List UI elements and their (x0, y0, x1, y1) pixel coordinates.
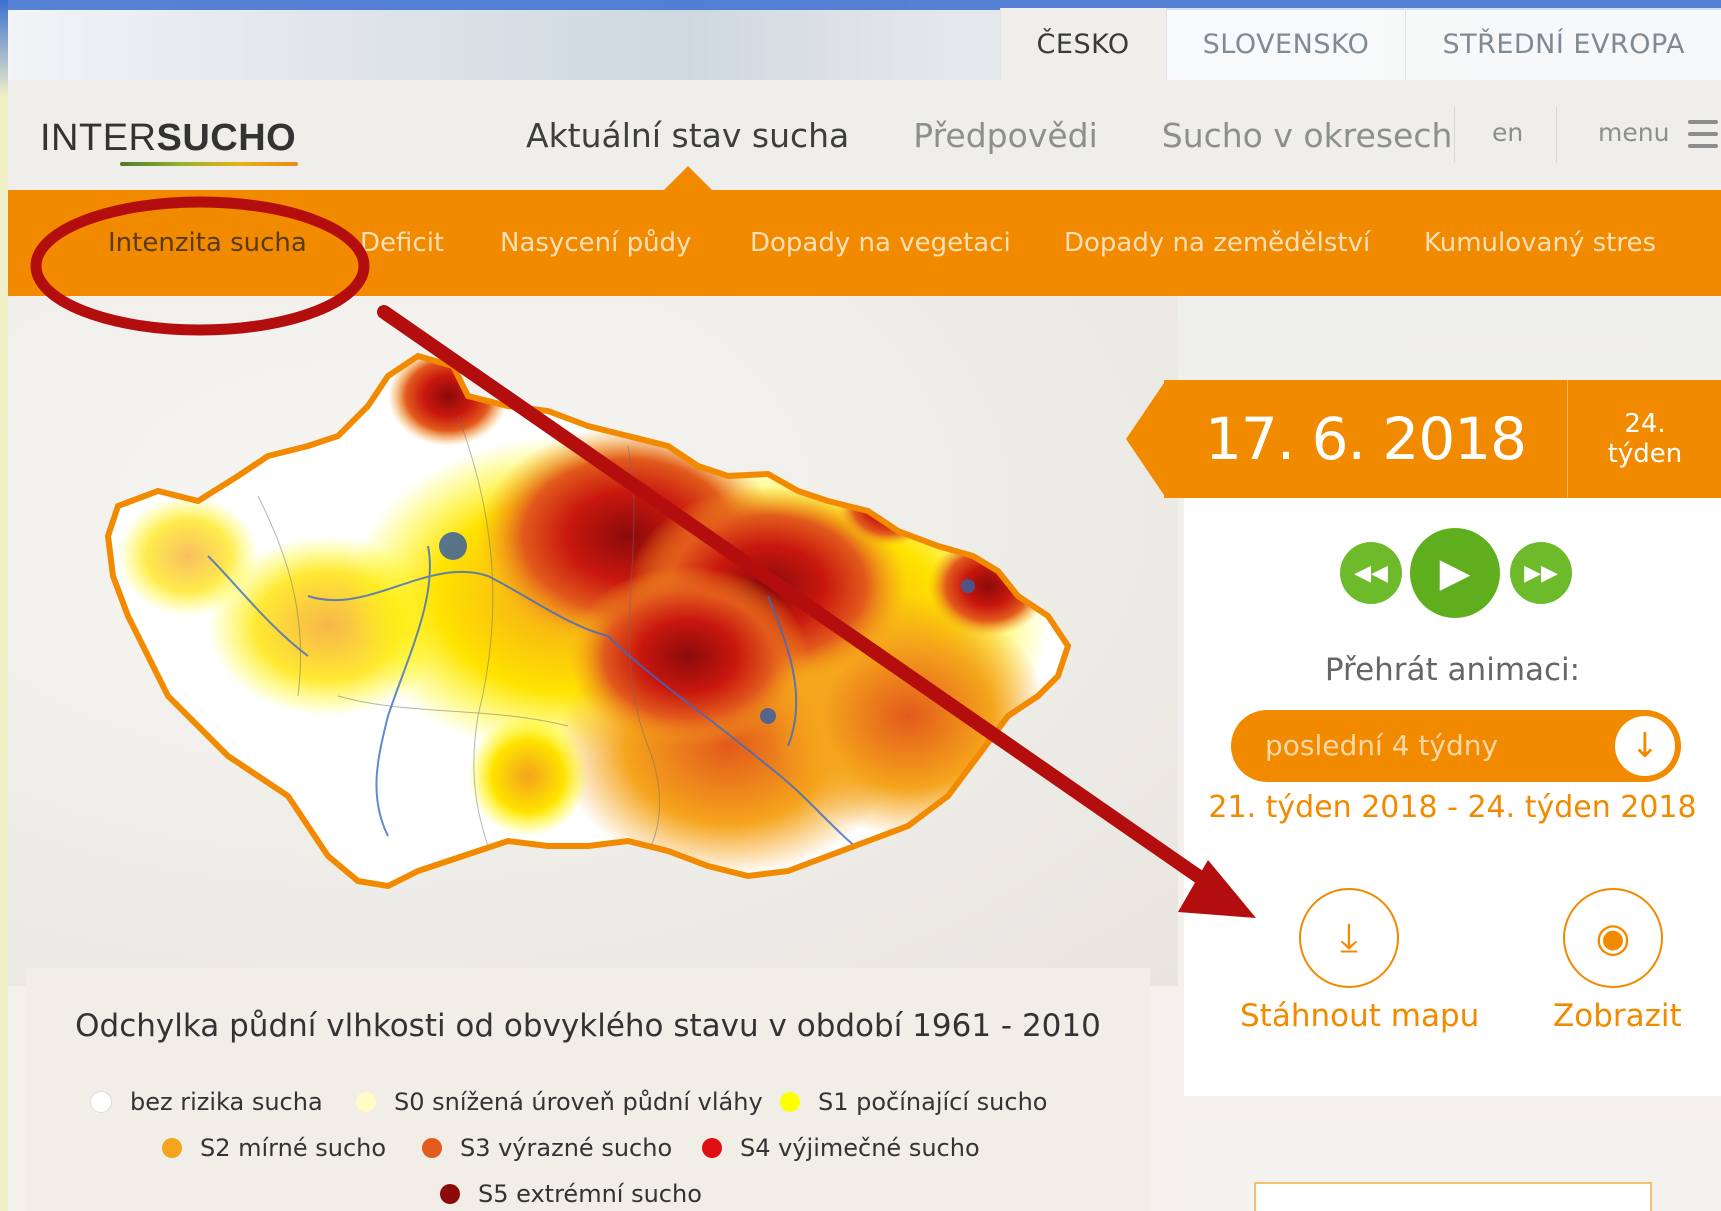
logo-part-1: INTER (40, 117, 157, 159)
region-tabs: ČESKO SLOVENSKO STŘEDNÍ EVROPA (999, 8, 1721, 80)
chevron-down-icon[interactable]: ↓ (1615, 716, 1675, 776)
nav-aktualni-stav-label: Aktuální stav sucha (526, 115, 850, 155)
subnav-kumulovany-stres[interactable]: Kumulovaný stres (1424, 228, 1656, 258)
animation-range: 21. týden 2018 - 24. týden 2018 (1208, 790, 1697, 825)
legend-swatch (356, 1092, 376, 1112)
window-left-edge (0, 0, 8, 1211)
week-display: 24. týden (1567, 380, 1721, 498)
rewind-icon[interactable]: ◀◀ (1340, 542, 1402, 604)
page: ČESKO SLOVENSKO STŘEDNÍ EVROPA INTERSUCH… (0, 0, 1721, 1211)
legend-label: S2 mírné sucho (200, 1134, 387, 1162)
week-word: týden (1607, 439, 1683, 469)
legend-label: S5 extrémní sucho (478, 1180, 702, 1208)
animation-period-select[interactable]: poslední 4 týdny ↓ (1231, 710, 1681, 782)
legend-item: bez rizika sucha (90, 1088, 323, 1116)
menu-label[interactable]: menu (1598, 118, 1669, 147)
legend-swatch (162, 1138, 182, 1158)
legend-item: S2 mírné sucho (162, 1134, 386, 1162)
logo-part-2: SUCHO (156, 117, 297, 159)
nav-aktualni-stav[interactable]: Aktuální stav sucha (526, 115, 850, 190)
legend: Odchylka půdní vlhkosti od obvyklého sta… (26, 968, 1150, 1211)
date-banner-arrow (1126, 380, 1166, 498)
date-display: 17. 6. 2018 (1164, 380, 1567, 498)
fast-forward-icon[interactable]: ▶▶ (1510, 542, 1572, 604)
subnav-dopady-na-vegetaci[interactable]: Dopady na vegetaci (750, 228, 1011, 258)
legend-title: Odchylka půdní vlhkosti od obvyklého sta… (75, 1008, 1101, 1044)
main-nav: Aktuální stav sucha Předpovědi Sucho v o… (526, 80, 1516, 190)
legend-swatch (422, 1138, 442, 1158)
nav-divider (1556, 107, 1557, 163)
eye-icon[interactable]: ◉ (1563, 888, 1663, 988)
drought-map[interactable] (8, 296, 1178, 986)
nav-predpovedi[interactable]: Předpovědi (913, 116, 1098, 155)
legend-label: bez rizika sucha (130, 1088, 323, 1116)
legend-item: S3 výrazné sucho (422, 1134, 672, 1162)
subnav-deficit[interactable]: Deficit (360, 228, 444, 258)
download-map-link[interactable]: Stáhnout mapu (1240, 998, 1479, 1034)
legend-label: S4 výjimečné sucho (740, 1134, 980, 1162)
week-number: 24. (1624, 409, 1666, 439)
play-icon[interactable]: ▶ (1410, 528, 1500, 618)
sub-nav: Intenzita sucha Deficit Nasycení půdy Do… (8, 190, 1721, 316)
secondary-panel-box (1254, 1182, 1652, 1211)
subnav-dopady-na-zemedelstvi[interactable]: Dopady na zemědělství (1064, 228, 1370, 258)
tab-stredni-evropa[interactable]: STŘEDNÍ EVROPA (1405, 8, 1721, 80)
legend-item: S4 výjimečné sucho (702, 1134, 980, 1162)
legend-swatch (780, 1092, 800, 1112)
map-area (8, 296, 1178, 986)
legend-swatch (440, 1184, 460, 1204)
language-switch[interactable]: en (1492, 118, 1523, 147)
legend-item: S5 extrémní sucho (440, 1180, 702, 1208)
show-link[interactable]: Zobrazit (1553, 998, 1682, 1034)
legend-item: S1 počínající sucho (780, 1088, 1047, 1116)
select-value: poslední 4 týdny (1265, 729, 1499, 762)
tab-cesko[interactable]: ČESKO (999, 8, 1166, 80)
main-header: INTERSUCHO Aktuální stav sucha Předpověd… (8, 80, 1721, 190)
logo-underline (120, 162, 298, 166)
legend-label: S1 počínající sucho (818, 1088, 1048, 1116)
legend-label: S0 snížená úroveň půdní vláhy (394, 1088, 763, 1116)
player-controls: ◀◀ ▶ ▶▶ (1340, 528, 1572, 618)
legend-label: S3 výrazné sucho (460, 1134, 673, 1162)
logo[interactable]: INTERSUCHO (40, 117, 296, 160)
nav-sucho-v-okresech[interactable]: Sucho v okresech (1162, 116, 1453, 155)
subnav-nasyceni-pudy[interactable]: Nasycení půdy (500, 228, 691, 258)
hamburger-menu-icon[interactable] (1688, 120, 1718, 156)
download-icon[interactable]: ⤓ (1299, 888, 1399, 988)
animation-label: Přehrát animaci: (1324, 652, 1581, 688)
subnav-intenzita-sucha[interactable]: Intenzita sucha (108, 228, 307, 258)
legend-swatch (702, 1138, 722, 1158)
active-nav-pointer (663, 165, 712, 190)
legend-item: S0 snížená úroveň půdní vláhy (356, 1088, 763, 1116)
legend-swatch (90, 1091, 112, 1113)
tab-slovensko[interactable]: SLOVENSKO (1165, 8, 1406, 80)
nav-divider (1454, 107, 1455, 163)
